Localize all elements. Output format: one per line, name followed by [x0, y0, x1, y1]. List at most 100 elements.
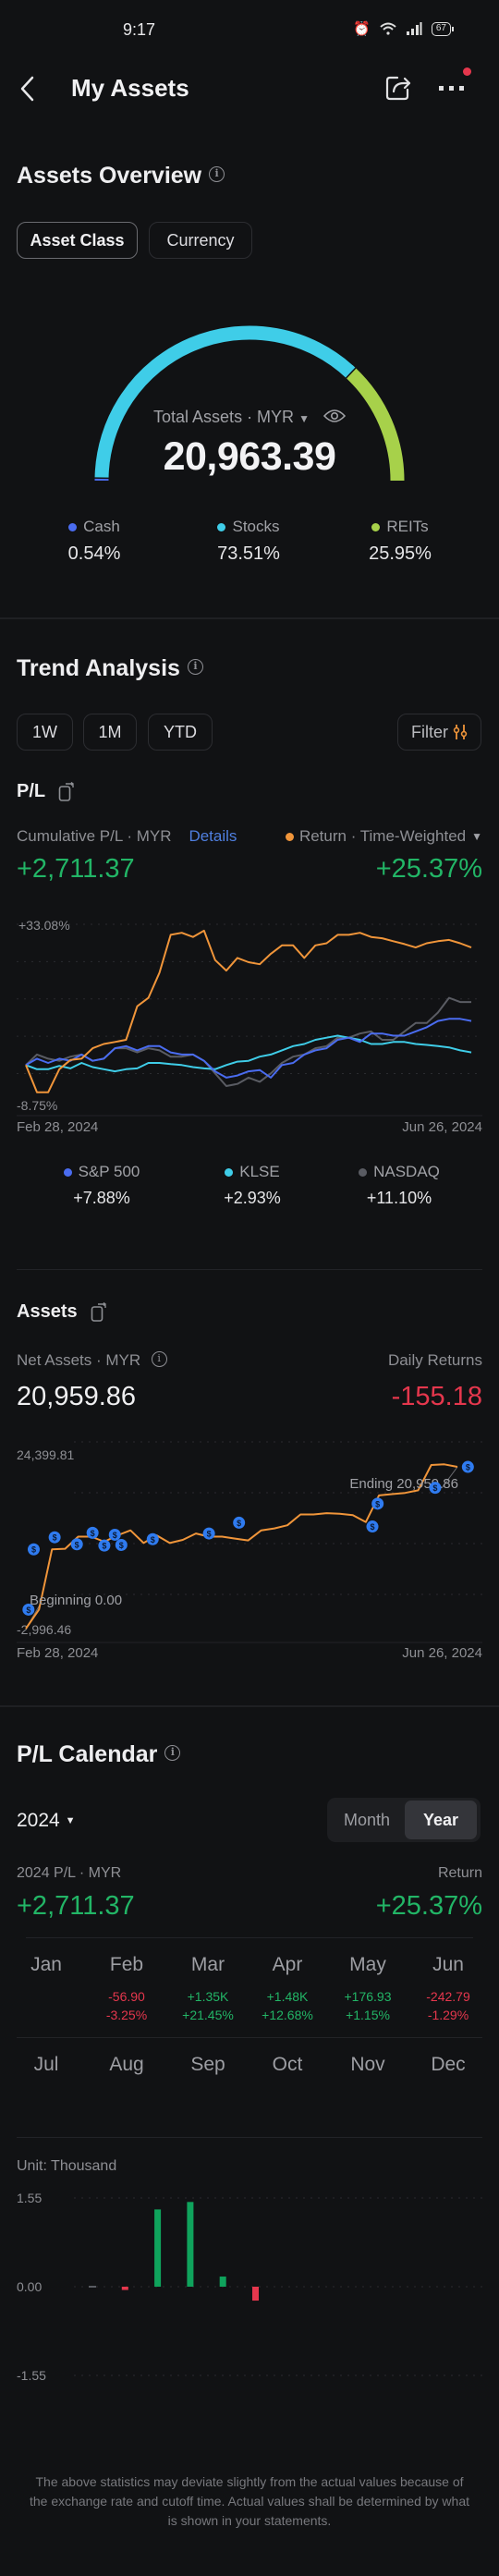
deposit-marker[interactable]: $: [461, 1460, 474, 1473]
x-end-label: Jun 26, 2024: [402, 1645, 482, 1661]
deposit-marker[interactable]: $: [22, 1603, 35, 1616]
month-cell-may[interactable]: May +176.93 +1.15%: [327, 1954, 408, 2024]
deposit-marker[interactable]: $: [98, 1539, 111, 1552]
deposit-marker[interactable]: $: [48, 1531, 61, 1544]
year-pl-value: +2,711.37: [17, 1891, 135, 1921]
deposit-marker[interactable]: $: [429, 1482, 442, 1495]
y-tick-label: -1.55: [17, 2368, 46, 2383]
y-tick-label: 0.00: [17, 2279, 42, 2294]
month-return-value: -1.29%: [427, 2008, 469, 2022]
month-cell-jul[interactable]: Jul: [6, 2054, 87, 2076]
deposit-marker[interactable]: $: [27, 1543, 40, 1556]
month-name: Jan: [30, 1954, 62, 1975]
more-options-button[interactable]: [434, 74, 471, 102]
share-button[interactable]: [384, 74, 412, 102]
net-assets-chart[interactable]: 24,399.81 -2,996.46 Feb 28, 2024 Jun 26, 20…: [0, 1437, 499, 1664]
month-cell-jan[interactable]: Jan: [6, 1954, 87, 1976]
month-return-value: +21.45%: [182, 2008, 234, 2022]
eye-icon[interactable]: [323, 409, 347, 423]
return-dot-icon: [285, 832, 294, 841]
month-cell-mar[interactable]: Mar +1.35K +21.45%: [167, 1954, 249, 2024]
deposit-marker[interactable]: $: [108, 1528, 121, 1541]
monthly-pl-bar-chart[interactable]: 1.55 0.00 -1.55: [0, 2181, 499, 2394]
reits-dot-icon: [371, 522, 381, 531]
period-1m-button[interactable]: 1M: [83, 714, 137, 751]
deposit-marker[interactable]: $: [70, 1538, 83, 1551]
cumulative-pl-label-text: Cumulative P/L · MYR: [17, 827, 172, 845]
info-icon[interactable]: i: [151, 1351, 167, 1368]
month-cell-sep[interactable]: Sep: [167, 2054, 249, 2076]
dollar-icon: $: [151, 1535, 155, 1544]
month-cell-feb[interactable]: Feb -56.90 -3.25%: [86, 1954, 167, 2024]
y-tick-label: 1.55: [17, 2191, 42, 2205]
deposit-marker[interactable]: $: [115, 1538, 128, 1551]
month-name: Apr: [272, 1954, 303, 1975]
month-name: Jun: [432, 1954, 464, 1975]
switch-view-icon[interactable]: [58, 781, 75, 802]
info-icon[interactable]: i: [187, 658, 203, 675]
return-value: +25.37%: [375, 854, 482, 884]
cumulative-pl-value: +2,711.37: [17, 854, 135, 884]
toggle-year[interactable]: Year: [405, 1801, 477, 1839]
deposit-marker[interactable]: $: [86, 1526, 99, 1539]
section-divider: [0, 617, 499, 619]
year-dropdown-text: 2024: [17, 1810, 60, 1831]
net-assets-label-text: Net Assets · MYR: [17, 1351, 141, 1369]
caret-down-icon: ▼: [65, 1815, 76, 1826]
deposit-marker[interactable]: $: [366, 1520, 379, 1533]
month-cell-jun[interactable]: Jun -242.79 -1.29%: [408, 1954, 489, 2024]
tab-currency[interactable]: Currency: [149, 222, 252, 259]
dollar-icon: $: [237, 1519, 241, 1528]
y-tick-label-min: -2,996.46: [17, 1622, 71, 1637]
calendar-row-divider: [17, 2037, 482, 2038]
month-cell-aug[interactable]: Aug: [86, 2054, 167, 2076]
legend-reits-name: REITs: [386, 518, 429, 535]
period-ytd-button[interactable]: YTD: [148, 714, 213, 751]
benchmark-sp500-name: S&P 500: [78, 1163, 140, 1180]
total-assets-label[interactable]: Total Assets · MYR ▼: [0, 408, 499, 427]
return-type-selector[interactable]: Return · Time-Weighted ▼: [285, 827, 482, 846]
wifi-icon: [380, 22, 396, 35]
switch-view-icon[interactable]: [91, 1301, 107, 1323]
details-link[interactable]: Details: [189, 827, 237, 845]
year-return-value: +25.37%: [375, 1891, 482, 1921]
benchmark-sp500: S&P 500 +7.88%: [28, 1163, 176, 1208]
month-cell-apr[interactable]: Apr +1.48K +12.68%: [247, 1954, 328, 2024]
month-cell-nov[interactable]: Nov: [327, 2054, 408, 2076]
month-cell-dec[interactable]: Dec: [408, 2054, 489, 2076]
month-pl-value: -56.90: [108, 1989, 145, 2004]
dollar-icon: $: [119, 1541, 124, 1550]
filter-button[interactable]: Filter: [397, 714, 481, 751]
info-icon[interactable]: i: [209, 165, 225, 182]
benchmark-nasdaq-name: NASDAQ: [373, 1163, 440, 1180]
deposit-marker[interactable]: $: [233, 1516, 246, 1529]
battery-icon: 67: [431, 21, 455, 36]
notification-badge: [463, 67, 471, 76]
legend-stocks: Stocks 73.51%: [175, 518, 323, 565]
month-cell-oct[interactable]: Oct: [247, 2054, 328, 2076]
month-name: Mar: [190, 1954, 225, 1975]
pl-subtitle-text: P/L: [17, 781, 46, 801]
month-name: Sep: [190, 2054, 225, 2075]
toggle-month[interactable]: Month: [331, 1801, 403, 1839]
month-name: Feb: [109, 1954, 144, 1975]
period-1w-button[interactable]: 1W: [17, 714, 73, 751]
unit-label: Unit: Thousand: [17, 2158, 117, 2174]
dollar-icon: $: [113, 1531, 117, 1540]
y-tick-label-max: 24,399.81: [17, 1447, 74, 1462]
year-dropdown[interactable]: 2024 ▼: [17, 1810, 75, 1832]
month-name: May: [349, 1954, 386, 1975]
info-icon[interactable]: i: [164, 1744, 181, 1761]
x-start-label: Feb 28, 2024: [17, 1645, 98, 1661]
back-button[interactable]: [17, 72, 37, 105]
bar-apr: [187, 2202, 194, 2287]
deposit-marker[interactable]: $: [146, 1532, 159, 1545]
deposit-marker[interactable]: $: [371, 1497, 384, 1510]
x-end-label: Jun 26, 2024: [402, 1119, 482, 1135]
benchmark-sp500-value: +7.88%: [73, 1189, 130, 1207]
pl-trend-chart[interactable]: +33.08% -8.75% Feb 28, 2024 Jun 26, 2024: [0, 915, 499, 1137]
benchmark-klse-value: +2.93%: [224, 1189, 281, 1207]
tab-asset-class[interactable]: Asset Class: [17, 222, 138, 259]
deposit-marker[interactable]: $: [202, 1527, 215, 1540]
assets-overview-title: Assets Overview i: [17, 163, 225, 189]
